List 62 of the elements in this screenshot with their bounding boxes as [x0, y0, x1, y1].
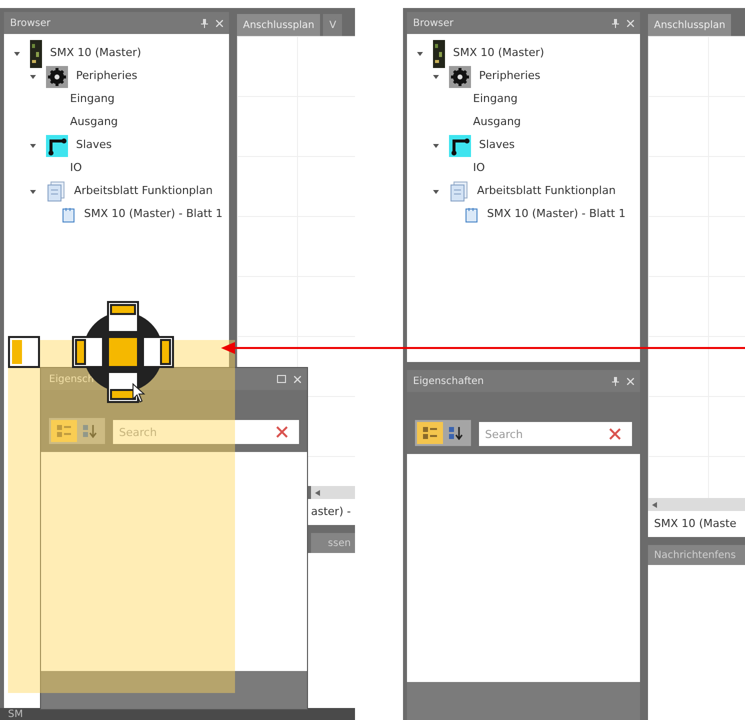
- search-field[interactable]: Search: [113, 420, 265, 444]
- controller-module-icon: [433, 40, 445, 68]
- document-stack-icon: [449, 180, 469, 202]
- mouse-pointer-icon: [132, 383, 146, 403]
- horizontal-scrollbar[interactable]: [648, 498, 745, 511]
- tree-item-label[interactable]: SMX 10 (Master): [50, 45, 142, 62]
- maximize-icon[interactable]: [277, 375, 286, 383]
- pin-icon[interactable]: [612, 376, 619, 386]
- expanded-caret-icon[interactable]: [432, 72, 440, 80]
- tree-item-label[interactable]: Eingang: [70, 91, 115, 108]
- tree-item-label[interactable]: Peripheries: [76, 68, 138, 85]
- document-stack-icon: [46, 180, 66, 202]
- panel-title: ssen: [328, 536, 351, 550]
- expanded-caret-icon[interactable]: [432, 188, 440, 196]
- close-icon[interactable]: [609, 428, 621, 440]
- panel-title: Nachrichtenfens: [654, 548, 736, 562]
- tree-item-label[interactable]: SMX 10 (Master) - Blatt 1: [84, 206, 223, 223]
- tree-item-label[interactable]: Peripheries: [479, 68, 540, 85]
- sort-down-icon[interactable]: [448, 426, 464, 440]
- close-icon[interactable]: [276, 426, 288, 438]
- network-icon: [46, 134, 68, 156]
- gear-icon: [449, 66, 471, 88]
- categorized-sort-button[interactable]: [417, 422, 443, 444]
- panel-title: Browser: [10, 16, 51, 30]
- panel-title: Eigensch: [49, 372, 94, 386]
- expanded-caret-icon[interactable]: [13, 50, 21, 58]
- scroll-left-icon[interactable]: [315, 490, 320, 496]
- tree-item-label[interactable]: IO: [473, 160, 485, 177]
- expanded-caret-icon[interactable]: [432, 142, 440, 150]
- page-icon: [465, 206, 479, 222]
- expanded-caret-icon[interactable]: [29, 188, 37, 196]
- tree-item-label[interactable]: SMX 10 (Master): [453, 45, 544, 62]
- search-field[interactable]: Search: [479, 422, 598, 446]
- pin-icon[interactable]: [612, 18, 619, 28]
- horizontal-scrollbar[interactable]: [311, 486, 355, 499]
- controller-module-icon: [30, 40, 42, 68]
- tree-item-label[interactable]: Slaves: [479, 137, 515, 154]
- dock-left-guide-icon[interactable]: [8, 336, 40, 368]
- tree-item-label[interactable]: IO: [70, 160, 82, 177]
- tree-item-label[interactable]: Slaves: [76, 137, 112, 154]
- tree-item-label[interactable]: Ausgang: [70, 114, 118, 131]
- tree-item-label[interactable]: SMX 10 (Master) - Blatt 1: [487, 206, 626, 223]
- tree-item-label[interactable]: Arbeitsblatt Funktionplan: [74, 183, 213, 200]
- status-text: SM: [8, 708, 23, 720]
- sheet-name: SMX 10 (Maste: [654, 516, 736, 532]
- page-icon: [62, 206, 76, 222]
- tree-item-label[interactable]: Ausgang: [473, 114, 521, 131]
- clear-search-button[interactable]: [598, 422, 632, 446]
- scroll-left-icon[interactable]: [652, 502, 657, 508]
- expanded-caret-icon[interactable]: [29, 72, 37, 80]
- gear-icon: [46, 66, 68, 88]
- clear-search-button[interactable]: [265, 420, 299, 444]
- network-icon: [449, 134, 471, 156]
- panel-title: Browser: [413, 16, 454, 30]
- expanded-caret-icon[interactable]: [416, 50, 424, 58]
- sheet-name: aster) -: [311, 504, 351, 520]
- tree-item-label[interactable]: Eingang: [473, 91, 518, 108]
- panel-title: Eigenschaften: [413, 374, 484, 388]
- category-list-icon[interactable]: [422, 426, 438, 440]
- expanded-caret-icon[interactable]: [29, 142, 37, 150]
- pin-icon[interactable]: [201, 18, 208, 28]
- tree-item-label[interactable]: Arbeitsblatt Funktionplan: [477, 183, 616, 200]
